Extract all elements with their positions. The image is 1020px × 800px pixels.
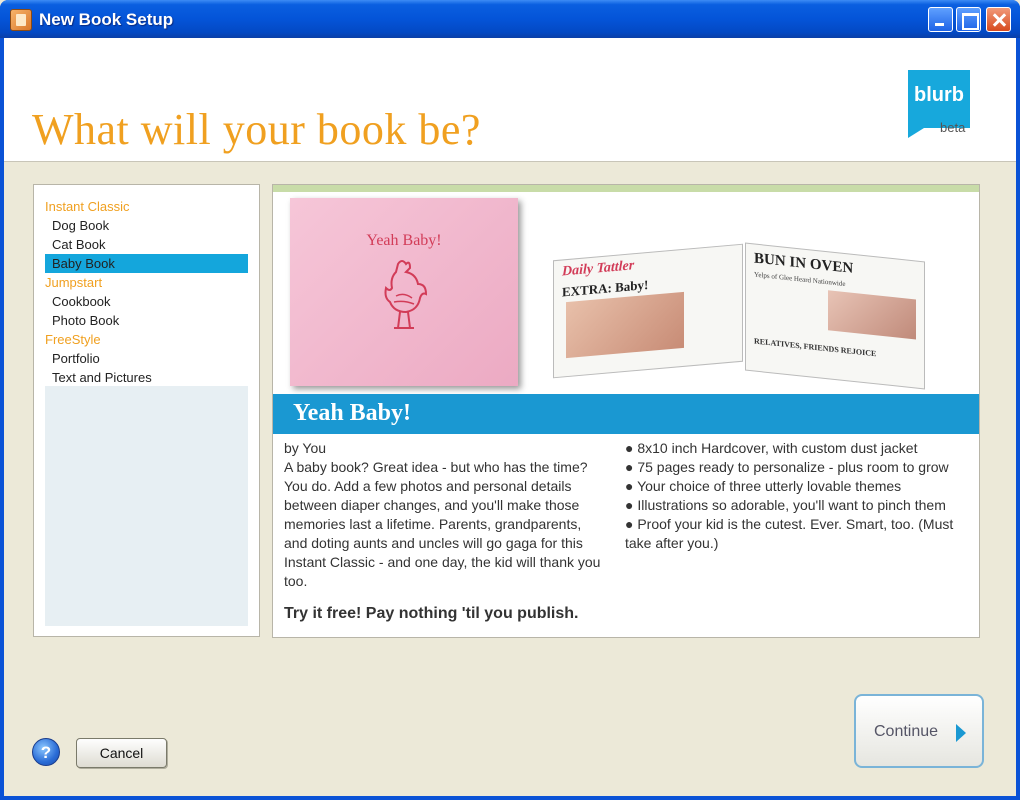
feature-item: ● 75 pages ready to personalize - plus r…: [625, 459, 949, 475]
maximize-button[interactable]: [956, 7, 981, 32]
tagline: Try it free! Pay nothing 'til you publis…: [284, 605, 579, 622]
list-category-instant-classic[interactable]: Instant Classic: [45, 197, 248, 216]
newspaper-masthead: Daily Tattler: [562, 258, 635, 280]
right-footer-headline: RELATIVES, FRIENDS REJOICE: [754, 336, 877, 359]
app-window: New Book Setup What will your book be? b…: [0, 0, 1020, 800]
book-app-icon: [10, 9, 32, 31]
features-list: ● 8x10 inch Hardcover, with custom dust …: [625, 439, 955, 553]
cancel-button[interactable]: Cancel: [76, 738, 167, 768]
list-empty-area: [45, 386, 248, 626]
feature-item: ● Your choice of three utterly lovable t…: [625, 478, 902, 494]
continue-button[interactable]: Continue: [854, 694, 984, 768]
right-page: BUN IN OVEN Yelps of Glee Heard Nationwi…: [745, 242, 925, 390]
book-type-list: Instant Classic Dog Book Cat Book Baby B…: [33, 184, 260, 637]
window-title: New Book Setup: [39, 10, 174, 29]
title-bar[interactable]: New Book Setup: [0, 0, 1020, 38]
list-item-text-and-pictures[interactable]: Text and Pictures: [45, 368, 248, 387]
continue-label: Continue: [874, 723, 939, 740]
left-page: Daily Tattler EXTRA: Baby!: [553, 243, 743, 379]
list-item-cookbook[interactable]: Cookbook: [45, 292, 248, 311]
list-item-cat-book[interactable]: Cat Book: [45, 235, 248, 254]
list-category-jumpstart[interactable]: Jumpstart: [45, 273, 248, 292]
feature-item: ● Illustrations so adorable, you'll want…: [625, 497, 946, 513]
author-line: by You: [284, 440, 327, 456]
dialog-body: What will your book be? blurb beta Insta…: [4, 38, 1016, 796]
baby-photo-small: [828, 290, 916, 340]
book-title: Yeah Baby!: [293, 400, 412, 426]
logo-text: blurb: [914, 84, 964, 106]
list-item-dog-book[interactable]: Dog Book: [45, 216, 248, 235]
list-item-portfolio[interactable]: Portfolio: [45, 349, 248, 368]
minimize-button[interactable]: [928, 7, 953, 32]
header-banner: What will your book be? blurb beta: [4, 38, 1016, 162]
list-category-freestyle[interactable]: FreeStyle: [45, 330, 248, 349]
feature-item: ● 8x10 inch Hardcover, with custom dust …: [625, 440, 918, 456]
arrow-right-icon: [956, 724, 966, 742]
open-book-spread: Daily Tattler EXTRA: Baby! BUN IN OVEN Y…: [523, 236, 953, 406]
page-title: What will your book be?: [32, 105, 481, 154]
help-icon[interactable]: ?: [32, 738, 60, 766]
list-item-baby-book[interactable]: Baby Book: [45, 254, 248, 273]
baby-photo: [566, 291, 684, 359]
list-item-photo-book[interactable]: Photo Book: [45, 311, 248, 330]
rooster-icon: [384, 260, 428, 329]
description-text: A baby book? Great idea - but who has th…: [284, 459, 601, 589]
feature-item: ● Proof your kid is the cutest. Ever. Sm…: [625, 516, 954, 551]
close-button[interactable]: [986, 7, 1011, 32]
book-preview-image: Yeah Baby! Daily Tattler EXTRA: Baby! BU…: [273, 185, 979, 435]
beta-badge: beta: [940, 120, 966, 135]
cover-title: Yeah Baby!: [366, 232, 442, 249]
title-banner: Yeah Baby!: [273, 394, 979, 434]
book-detail-panel: Yeah Baby! Daily Tattler EXTRA: Baby! BU…: [272, 184, 980, 638]
description-column: by You A baby book? Great idea - but who…: [284, 439, 604, 591]
book-cover: Yeah Baby!: [290, 198, 518, 386]
